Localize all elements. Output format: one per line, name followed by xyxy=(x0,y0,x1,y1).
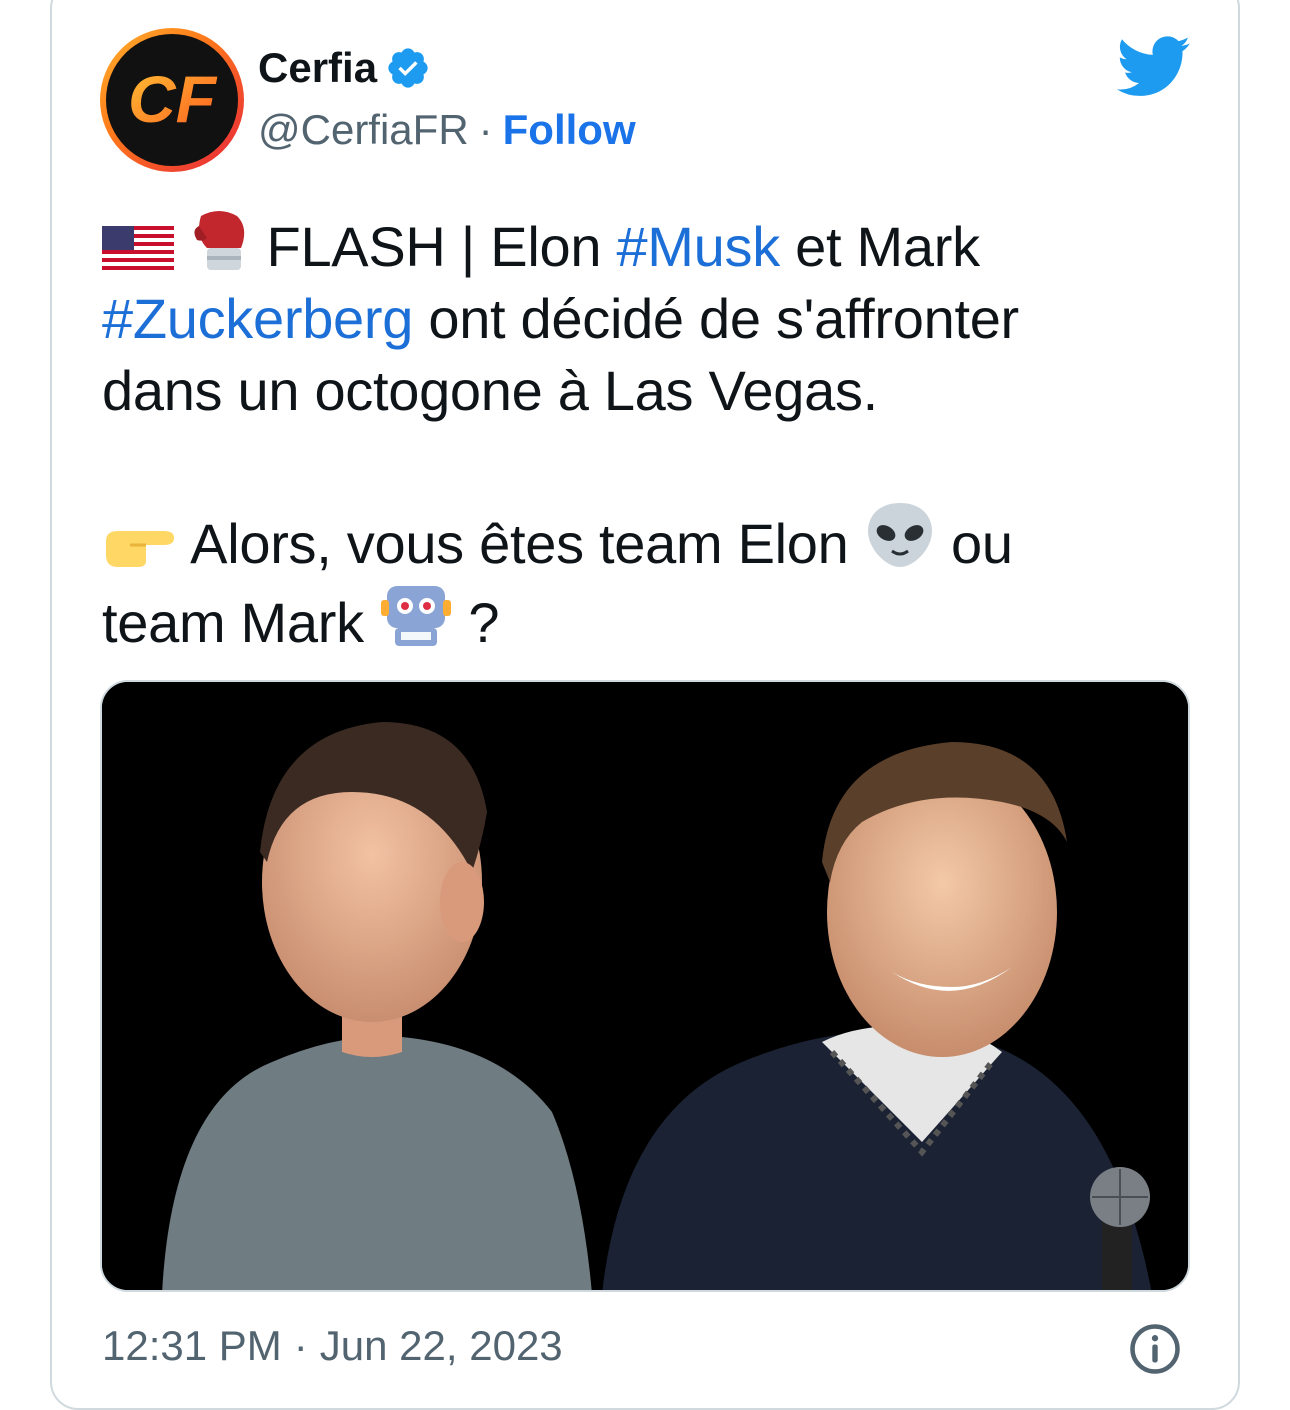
text-segment: dans un octogone à Las Vegas. xyxy=(102,359,878,422)
author-name[interactable]: Cerfia xyxy=(258,44,377,92)
text-segment: ? xyxy=(468,591,500,654)
tweet-date: Jun 22, 2023 xyxy=(319,1322,563,1369)
tweet-timestamp[interactable]: 12:31 PM · Jun 22, 2023 xyxy=(102,1322,563,1370)
alien-emoji xyxy=(867,503,932,567)
text-segment: ou xyxy=(951,512,1013,575)
separator-dot: · xyxy=(478,106,493,153)
text-segment: FLASH | Elon xyxy=(266,215,602,278)
text-segment: ont décidé de s'affronter xyxy=(428,287,1019,350)
tweet-text: FLASH | Elon #Musk et Mark #Zuckerberg o… xyxy=(102,208,1192,659)
text-segment: et Mark xyxy=(795,215,980,278)
author-name-row: Cerfia xyxy=(258,44,431,92)
pointing-right-emoji xyxy=(106,531,174,567)
author-handle[interactable]: @CerfiaFR xyxy=(258,106,469,154)
cerfia-logo: CF xyxy=(128,62,218,136)
info-icon[interactable] xyxy=(1128,1322,1182,1376)
twitter-bird-icon[interactable] xyxy=(1116,36,1192,98)
photo-illustration xyxy=(102,682,1188,1290)
author-avatar[interactable]: CF xyxy=(100,28,244,172)
follow-button[interactable]: Follow xyxy=(503,106,636,154)
paragraph-break xyxy=(102,427,1192,499)
author-handle-row: @CerfiaFR · Follow xyxy=(258,106,636,154)
separator-dot: · xyxy=(293,1322,308,1369)
tweet-time: 12:31 PM xyxy=(102,1322,282,1369)
boxing-glove-emoji xyxy=(194,211,245,270)
text-segment: team Mark xyxy=(102,591,364,654)
us-flag-emoji xyxy=(102,226,174,270)
hashtag-musk[interactable]: #Musk xyxy=(616,215,780,278)
robot-emoji xyxy=(381,586,452,646)
hashtag-zuckerberg[interactable]: #Zuckerberg xyxy=(102,287,413,350)
text-segment: Alors, vous êtes team Elon xyxy=(190,512,849,575)
tweet-image[interactable] xyxy=(100,680,1190,1292)
svg-text:CF: CF xyxy=(128,62,218,136)
verified-badge-icon xyxy=(388,48,428,88)
